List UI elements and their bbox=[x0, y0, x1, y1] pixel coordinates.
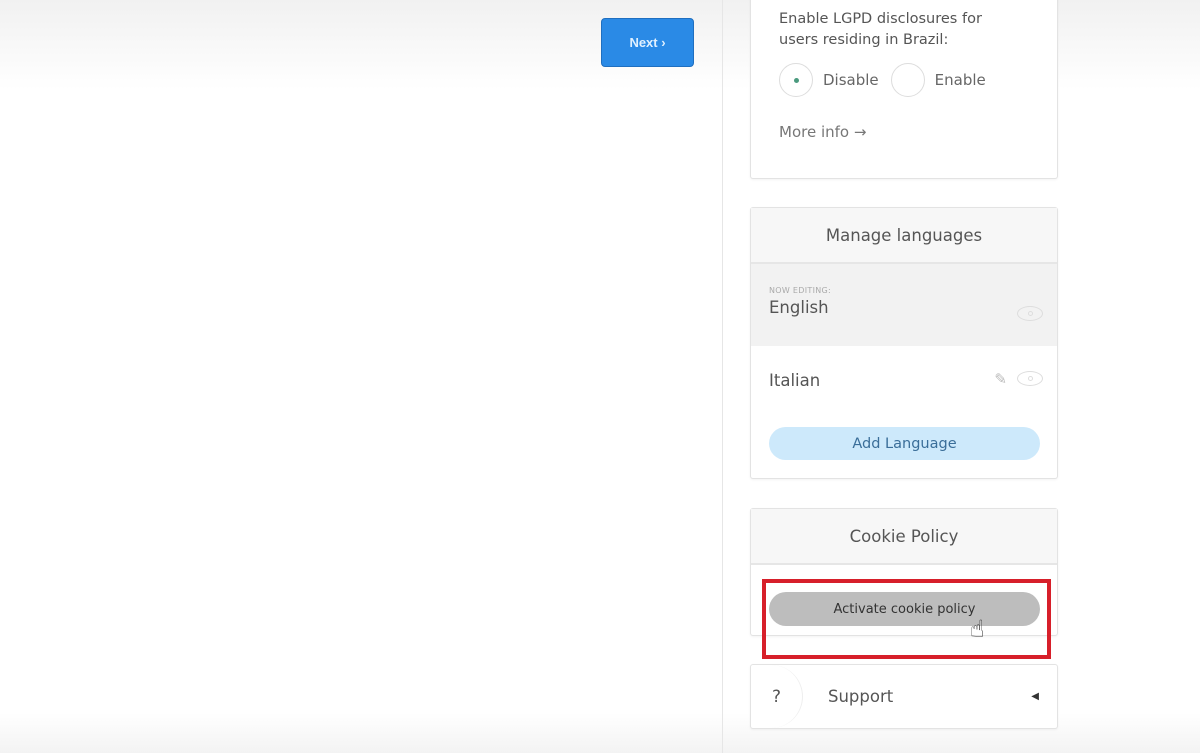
hand-cursor-icon: ☝ bbox=[970, 615, 985, 643]
lgpd-question: Enable LGPD disclosures for users residi… bbox=[779, 11, 982, 48]
language-name: Italian bbox=[769, 371, 821, 390]
language-row-english[interactable]: NOW EDITING: English bbox=[751, 264, 1057, 346]
enable-radio[interactable] bbox=[890, 63, 925, 97]
language-name: English bbox=[769, 298, 829, 317]
support-label: Support bbox=[828, 687, 894, 706]
help-icon: ? bbox=[751, 665, 803, 728]
disable-label[interactable]: Disable bbox=[823, 71, 879, 89]
disable-radio[interactable] bbox=[779, 63, 813, 97]
eye-icon[interactable] bbox=[1017, 371, 1043, 386]
next-button[interactable]: Next › bbox=[601, 18, 694, 67]
panel-divider bbox=[722, 0, 723, 753]
highlight-box bbox=[762, 579, 1051, 659]
more-info-link[interactable]: More info → bbox=[779, 123, 1057, 141]
radio-selected-dot bbox=[793, 77, 799, 83]
manage-languages-card: Manage languages NOW EDITING: English It… bbox=[750, 207, 1058, 479]
now-editing-label: NOW EDITING: bbox=[769, 286, 832, 295]
manage-languages-title: Manage languages bbox=[751, 208, 1057, 264]
eye-icon[interactable] bbox=[1017, 306, 1043, 321]
pencil-icon[interactable]: ✎ bbox=[994, 370, 1007, 388]
lgpd-radio-group: Disable Enable bbox=[779, 63, 1057, 97]
language-row-italian[interactable]: Italian ✎ bbox=[751, 346, 1057, 410]
enable-label[interactable]: Enable bbox=[935, 71, 986, 89]
add-language-button[interactable]: Add Language bbox=[769, 427, 1040, 460]
cookie-policy-title: Cookie Policy bbox=[751, 509, 1057, 565]
lgpd-card: Enable LGPD disclosures for users residi… bbox=[750, 0, 1058, 179]
caret-left-icon[interactable]: ◀ bbox=[1031, 691, 1039, 702]
support-panel[interactable]: ? Support ◀ bbox=[750, 664, 1058, 729]
